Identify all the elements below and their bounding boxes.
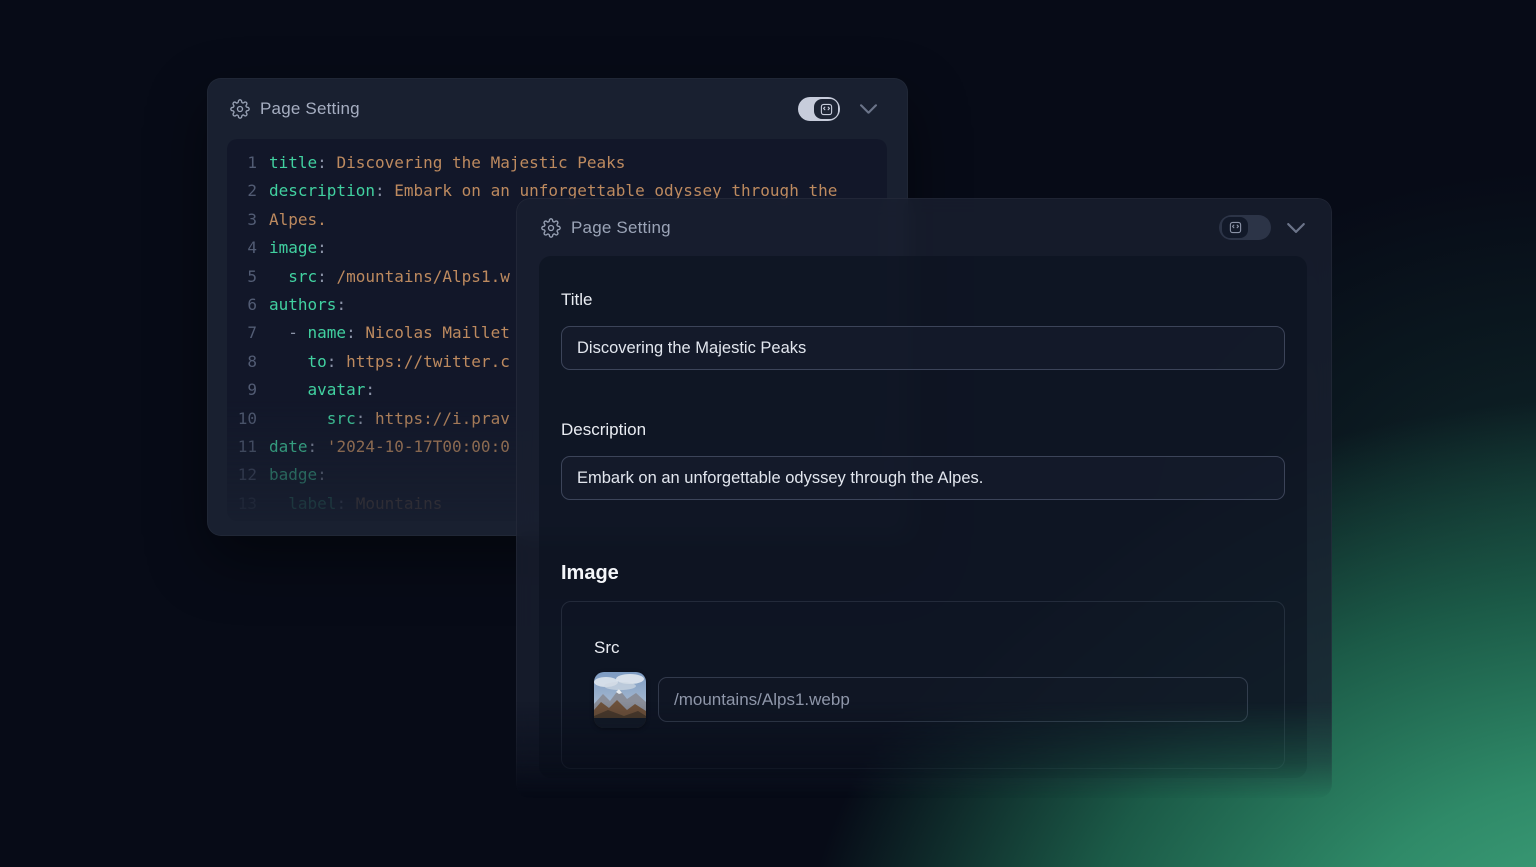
chevron-down-icon[interactable] [1287, 223, 1305, 233]
code-line: 1title: Discovering the Majestic Peaks [227, 149, 887, 177]
editor-panel-header: Page Setting [208, 79, 907, 139]
image-src-input[interactable] [658, 677, 1248, 722]
image-section-heading: Image [561, 562, 1285, 585]
page-setting-form-card: Title Description Image Src [539, 256, 1307, 778]
view-mode-toggle[interactable] [798, 97, 840, 121]
form-panel-title: Page Setting [571, 218, 671, 238]
page-setting-form-panel: Page Setting Title Description Image Src [516, 198, 1332, 798]
view-mode-toggle[interactable] [1219, 215, 1271, 240]
code-view-toggle-icon [1229, 221, 1242, 234]
title-input[interactable] [561, 326, 1285, 370]
toggle-knob [814, 99, 838, 119]
form-panel-header: Page Setting [517, 199, 1331, 256]
editor-panel-title: Page Setting [260, 99, 360, 119]
mountain-photo-thumbnail [594, 672, 646, 728]
gear-icon [230, 99, 250, 119]
code-view-toggle-icon [820, 103, 833, 116]
title-field-label: Title [561, 290, 1285, 310]
gear-icon [541, 218, 561, 238]
image-settings-card: Src [561, 601, 1285, 769]
src-field-label: Src [594, 638, 1248, 658]
toggle-knob [1222, 217, 1248, 238]
chevron-down-icon[interactable] [860, 104, 877, 114]
description-field-label: Description [561, 420, 1285, 440]
description-input[interactable] [561, 456, 1285, 500]
